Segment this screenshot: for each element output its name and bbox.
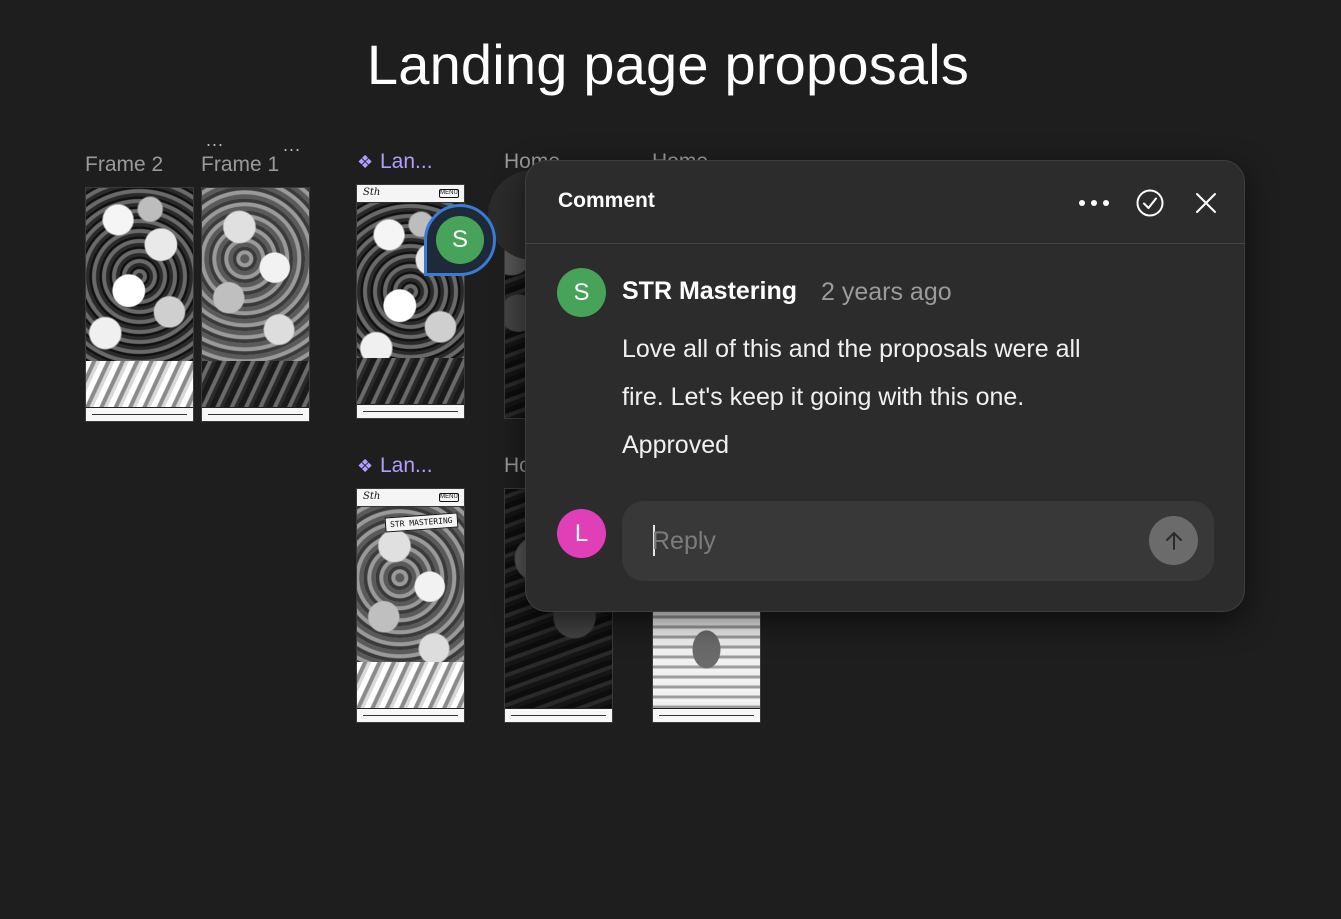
thumbnail-pattern <box>202 361 309 407</box>
comment-header: Comment <box>526 161 1244 244</box>
thumbnail-footer <box>202 407 309 421</box>
frame-label-landing-component[interactable]: ❖ Lan... <box>357 150 433 174</box>
thumbnail-logo: Sth <box>363 491 381 502</box>
more-horizontal-icon <box>1079 200 1109 206</box>
component-icon: ❖ <box>357 152 374 172</box>
pin-avatar: S <box>436 216 484 264</box>
thumbnail-menu: MENU <box>439 493 459 502</box>
comment-timestamp: 2 years ago <box>821 278 952 306</box>
comment-body: Love all of this and the proposals were … <box>622 325 1182 469</box>
frame-more-icon[interactable]: ... <box>206 131 224 149</box>
reply-input[interactable] <box>652 523 1132 559</box>
frame-label-frame-1[interactable]: Frame 1 <box>201 153 279 177</box>
check-circle-icon <box>1136 189 1164 217</box>
arrow-up-icon <box>1165 531 1182 550</box>
more-button[interactable] <box>1076 185 1112 221</box>
reply-box[interactable] <box>622 501 1214 581</box>
close-button[interactable] <box>1188 185 1224 221</box>
thumbnail-pattern <box>357 662 464 708</box>
comment-pin[interactable]: S <box>424 204 496 276</box>
current-user-avatar: L <box>557 509 606 558</box>
author-avatar: S <box>557 268 606 317</box>
comment-line: fire. Let's keep it going with this one. <box>622 383 1025 411</box>
thumbnail-header: Sth MENU <box>357 489 464 507</box>
comment-line: Approved <box>622 431 730 459</box>
thumbnail-pattern <box>357 358 464 404</box>
component-icon: ❖ <box>357 456 374 476</box>
comment-panel: Comment S STR Mastering 2 years ago Love… <box>525 160 1245 612</box>
frame-thumbnail-home[interactable] <box>652 600 761 723</box>
comment-line: Love all of this and the proposals were … <box>622 335 1081 363</box>
thumbnail-footer <box>505 708 612 722</box>
thumbnail-logo: Sth <box>363 187 381 198</box>
resolve-button[interactable] <box>1132 185 1168 221</box>
frame-label-landing-component[interactable]: ❖ Lan... <box>357 454 433 478</box>
thumbnail-pattern <box>86 361 193 407</box>
thumbnail-image <box>357 507 464 685</box>
frame-label-text: Lan... <box>380 454 433 477</box>
thumbnail-footer <box>86 407 193 421</box>
frame-label-text: Lan... <box>380 150 433 173</box>
thumbnail-header: Sth MENU <box>357 185 464 203</box>
author-name: STR Mastering <box>622 277 798 305</box>
comment-title: Comment <box>558 189 655 212</box>
thumbnail-footer <box>357 708 464 722</box>
send-button[interactable] <box>1149 516 1198 565</box>
close-icon <box>1196 193 1216 213</box>
frame-label-frame-2[interactable]: Frame 2 <box>85 153 163 177</box>
frame-thumbnail-frame-2[interactable] <box>85 187 194 422</box>
thumbnail-image <box>653 601 760 722</box>
thumbnail-image <box>86 188 193 366</box>
thumbnail-image <box>202 188 309 366</box>
thumbnail-menu: MENU <box>439 189 459 198</box>
thumbnail-footer <box>653 708 760 722</box>
frame-thumbnail-landing[interactable]: Sth MENU STR MASTERING <box>356 488 465 723</box>
thumbnail-footer <box>357 404 464 418</box>
frame-more-icon[interactable]: ... <box>283 136 301 154</box>
frame-thumbnail-frame-1[interactable] <box>201 187 310 422</box>
page-title: Landing page proposals <box>366 33 970 96</box>
